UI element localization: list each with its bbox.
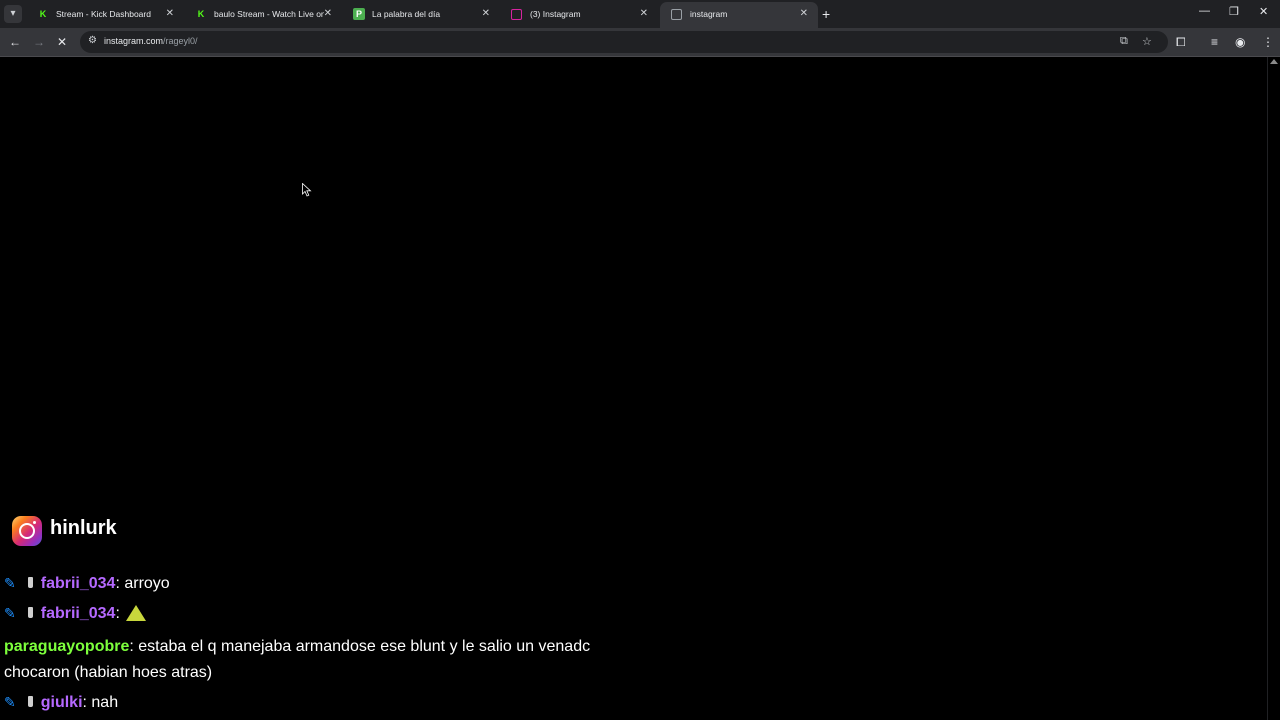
page-scrollbar[interactable]	[1267, 57, 1280, 720]
tab-title: Stream - Kick Dashboard	[56, 9, 151, 19]
chat-text: arroyo	[124, 575, 170, 592]
new-tab-plus-icon[interactable]: +	[822, 6, 830, 22]
chat-message: ✎ fabrii_034: arroyo	[4, 575, 170, 592]
chat-message: ✎ fabrii_034:	[4, 605, 146, 623]
kick-icon: K	[197, 9, 205, 19]
pencil-badge-icon: ✎	[4, 575, 16, 591]
instagram-handle: hinlurk	[50, 517, 117, 539]
site-info-icon[interactable]: ⚙	[88, 35, 97, 46]
forward-arrow-icon[interactable]: →	[33, 34, 45, 50]
tab-palabra-del-dia[interactable]: P La palabra del día ✕	[342, 2, 500, 28]
chat-username: fabrii_034	[40, 605, 116, 622]
chat-message: ✎ giulki: nah	[4, 694, 119, 711]
tab-search-button[interactable]: ▾	[4, 5, 22, 23]
chat-username: giulki	[40, 694, 83, 711]
globe-icon	[671, 9, 682, 20]
browser-toolbar: ← → ✕ ⚙ instagram.com/rageyl0/ ⧉ ☆ ⧠ ≡ ◉…	[0, 28, 1280, 57]
chat-message-continuation: chocaron (habian hoes atras)	[4, 664, 213, 681]
tab-instagram-active[interactable]: instagram ✕	[660, 2, 818, 28]
stream-overlay: hinlurk ✎ fabrii_034: arroyo ✎ fabrii_034:…	[0, 0, 1280, 720]
chat-text: estaba el q manejaba armandose ese blunt…	[138, 638, 591, 655]
chat-username: fabrii_034	[40, 575, 116, 592]
extensions-icon[interactable]: ⧠	[1176, 34, 1186, 50]
url-path: /rageyl0/	[163, 36, 198, 46]
browser-menu-icon[interactable]: ⋮	[1262, 34, 1274, 50]
url-host: instagram.com	[104, 36, 164, 46]
tab-kick-dashboard[interactable]: K Stream - Kick Dashboard ✕	[26, 2, 184, 28]
close-icon[interactable]: ✕	[640, 2, 648, 26]
p-icon: P	[353, 8, 365, 20]
bookmark-star-icon[interactable]: ☆	[1142, 35, 1152, 48]
profile-avatar-icon[interactable]: ◉	[1235, 34, 1245, 50]
bottle-badge-icon	[27, 577, 33, 588]
pencil-badge-icon: ✎	[4, 605, 16, 621]
url-text[interactable]: instagram.com/rageyl0/	[104, 36, 198, 46]
bottle-badge-icon	[27, 696, 33, 707]
instagram-icon	[12, 516, 42, 546]
close-icon[interactable]: ✕	[324, 2, 332, 26]
mouse-cursor-icon	[302, 183, 312, 197]
stop-loading-icon[interactable]: ✕	[57, 34, 67, 50]
media-controls-icon[interactable]: ≡	[1211, 34, 1218, 50]
minimize-icon[interactable]: —	[1199, 5, 1210, 17]
close-icon[interactable]: ✕	[800, 2, 808, 26]
kick-icon: K	[39, 9, 47, 19]
close-icon[interactable]: ✕	[482, 2, 490, 26]
tab-title: instagram	[690, 9, 728, 19]
tab-title: baulo Stream - Watch Live on K	[214, 9, 324, 19]
chat-username: paraguayopobre	[4, 638, 130, 655]
scroll-up-arrow-icon[interactable]	[1270, 59, 1278, 64]
instagram-icon	[511, 9, 522, 20]
tab-title: La palabra del día	[372, 9, 441, 19]
tab-baulo-stream[interactable]: K baulo Stream - Watch Live on K ✕	[184, 2, 342, 28]
chat-message: paraguayopobre: estaba el q manejaba arm…	[4, 638, 591, 655]
tab-strip: ▾ K Stream - Kick Dashboard ✕ K baulo St…	[0, 0, 1280, 28]
pencil-badge-icon: ✎	[4, 694, 16, 710]
bottle-badge-icon	[27, 607, 33, 618]
tab-instagram-notifications[interactable]: (3) Instagram ✕	[500, 2, 658, 28]
close-icon[interactable]: ✕	[166, 2, 174, 26]
tab-title: (3) Instagram	[530, 9, 581, 19]
address-bar[interactable]: ⚙ instagram.com/rageyl0/ ⧉ ☆	[80, 31, 1168, 53]
back-arrow-icon[interactable]: ←	[9, 34, 21, 50]
window-close-icon[interactable]: ✕	[1259, 5, 1268, 18]
install-app-icon[interactable]: ⧉	[1120, 35, 1128, 48]
emote-icon	[125, 605, 146, 621]
chat-text: nah	[91, 694, 119, 711]
restore-icon[interactable]: ❐	[1229, 5, 1239, 18]
